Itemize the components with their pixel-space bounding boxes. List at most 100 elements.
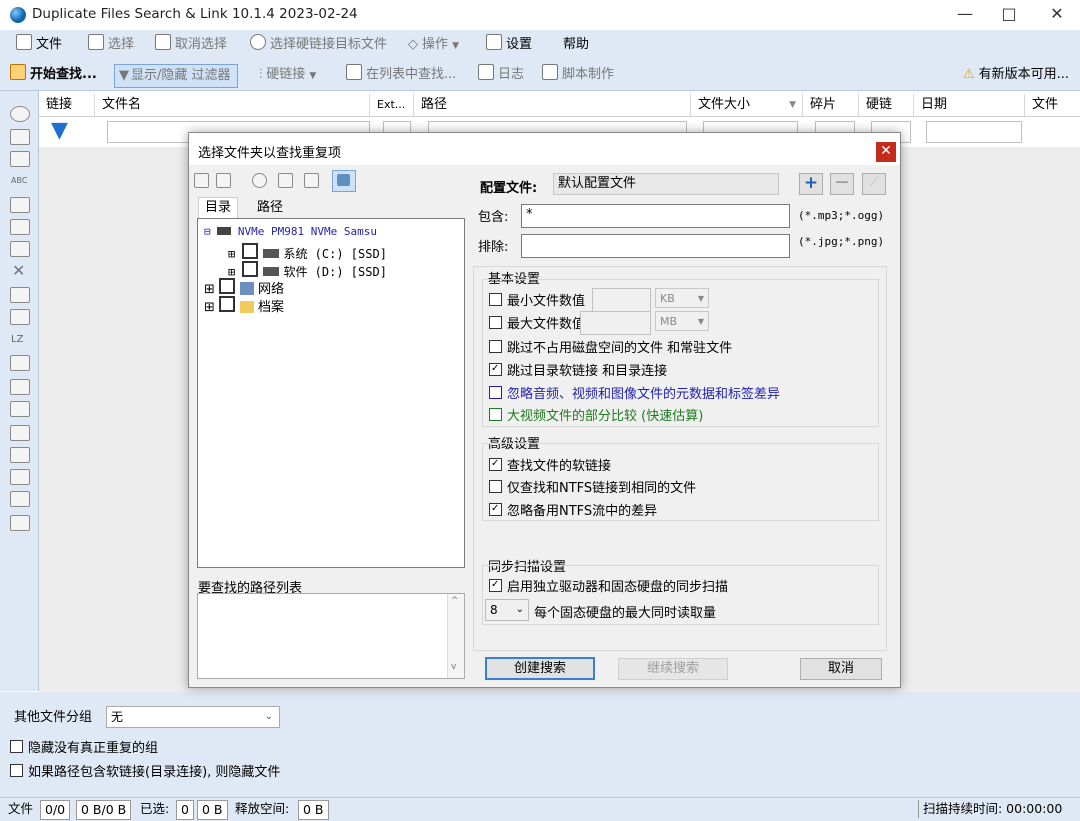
tree-root[interactable]: ⊟ NVMe PM981 NVMe Samsu <box>204 225 377 238</box>
list-icon[interactable] <box>10 469 30 485</box>
menu-settings[interactable]: 设置 <box>486 30 532 60</box>
log-button[interactable]: 日志 <box>478 60 524 90</box>
tree-icon[interactable] <box>10 241 30 257</box>
tab-directory[interactable]: 目录 <box>198 197 239 218</box>
checkbox-icon <box>489 340 502 353</box>
min-unit-select[interactable]: KB ▼ <box>655 288 709 308</box>
min-size-checkbox[interactable]: 最小文件数值 <box>489 290 585 309</box>
scroll-down-icon[interactable]: v <box>451 662 456 672</box>
select-folders-dialog: 选择文件夹以查找重复项 ✕ 目录 路径 ⊟ NVMe PM981 NVMe Sa… <box>188 132 901 688</box>
col-fragments[interactable]: 碎片 <box>803 94 859 116</box>
ignore-meta-checkbox[interactable]: 忽略音频、视频和图像文件的元数据和标签差异 <box>489 383 780 402</box>
include-input[interactable]: * <box>521 204 790 228</box>
delete-icon[interactable]: ✕ <box>12 261 25 280</box>
drive-view-toggle[interactable] <box>332 170 356 192</box>
remove-profile-button[interactable]: — <box>830 173 854 195</box>
group-select[interactable]: 无 ⌄ <box>106 706 280 728</box>
menu-deselect[interactable]: 取消选择 <box>155 30 227 60</box>
partial-video-checkbox[interactable]: 大视频文件的部分比较 (快速估算) <box>489 405 703 424</box>
paths-list[interactable]: ^ v <box>197 593 465 679</box>
menu-select[interactable]: 选择 <box>88 30 134 60</box>
find-symlinks-checkbox[interactable]: 查找文件的软链接 <box>489 455 611 474</box>
edit-profile-button[interactable]: ⟋ <box>862 173 886 195</box>
abc-icon[interactable]: ABC <box>11 176 27 185</box>
list-filter-icon[interactable] <box>10 401 30 417</box>
skip-sparse-checkbox[interactable]: 跳过不占用磁盘空间的文件 和常驻文件 <box>489 337 732 356</box>
disk-icon[interactable] <box>252 173 267 188</box>
tree-drive-c[interactable]: ⊞ 系统 (C:) [SSD] <box>228 243 387 262</box>
menu-select-label: 选择 <box>108 37 135 52</box>
only-ntfs-checkbox[interactable]: 仅查找和NTFS链接到相同的文件 <box>489 477 696 496</box>
scroll-up-icon[interactable]: ^ <box>451 596 459 606</box>
copy-dropdown-icon[interactable] <box>10 355 30 371</box>
col-hardlinks[interactable]: 硬链 <box>859 94 914 116</box>
max-reads-select[interactable]: 8 ⌄ <box>485 599 529 621</box>
tab-path[interactable]: 路径 <box>251 198 289 218</box>
tree-icon[interactable] <box>10 219 30 235</box>
hide-symlink-label: 如果路径包含软链接(目录连接), 则隐藏文件 <box>28 765 281 780</box>
hardlink-button[interactable]: ⫶ 硬链接 ▼ <box>259 60 316 90</box>
status-files-label: 文件 <box>8 801 34 816</box>
minimize-button[interactable]: — <box>942 0 988 30</box>
paths-scrollbar[interactable]: ^ v <box>447 594 464 678</box>
warning-icon: ⚠ <box>963 67 975 82</box>
new-version-link[interactable]: ⚠ 有新版本可用... <box>963 60 1069 90</box>
tree-network[interactable]: ⊞ 网络 <box>204 278 284 297</box>
menu-file[interactable]: 文件 <box>16 30 62 60</box>
hide-symlink-checkbox[interactable]: 如果路径包含软链接(目录连接), 则隐藏文件 <box>10 761 280 780</box>
create-search-button[interactable]: 创建搜索 <box>485 657 595 680</box>
grid-icon[interactable] <box>10 515 30 531</box>
menu-help[interactable]: 帮助 <box>563 30 589 60</box>
check-all-icon[interactable] <box>216 173 231 188</box>
dialog-close-button[interactable]: ✕ <box>876 142 896 162</box>
list-icon[interactable] <box>10 491 30 507</box>
exclude-input[interactable] <box>521 234 790 258</box>
continue-search-button[interactable]: 继续搜索 <box>618 658 728 680</box>
move-icon[interactable] <box>10 309 30 325</box>
recycle-icon[interactable] <box>10 287 30 303</box>
tree-archive[interactable]: ⊞ 档案 <box>204 296 284 315</box>
col-ext[interactable]: Ext... <box>370 94 414 116</box>
start-search-button[interactable]: 开始查找... <box>10 60 97 90</box>
close-window-button[interactable]: ✕ <box>1034 0 1080 30</box>
min-size-input[interactable] <box>592 288 651 312</box>
pages-icon[interactable] <box>10 151 30 167</box>
dialog-toolbar <box>194 170 359 192</box>
col-file[interactable]: 文件 <box>1025 94 1080 116</box>
maximize-button[interactable]: □ <box>986 0 1032 30</box>
col-date[interactable]: 日期 <box>914 94 1025 116</box>
toggle-filter-button[interactable]: ▼ 显示/隐藏 过滤器 <box>114 64 238 88</box>
profile-select[interactable]: 默认配置文件 <box>553 173 779 195</box>
lz-icon[interactable]: LZ <box>11 334 23 345</box>
col-filesize[interactable]: 文件大小 ▼ <box>691 94 803 116</box>
copy-icon[interactable] <box>10 129 30 145</box>
col-link[interactable]: 链接 <box>39 94 95 116</box>
folder-tree[interactable]: ⊟ NVMe PM981 NVMe Samsu ⊞ 系统 (C:) [SSD] … <box>197 218 465 568</box>
max-size-input[interactable] <box>580 311 651 335</box>
ignore-ads-checkbox[interactable]: 忽略备用NTFS流中的差异 <box>489 500 657 519</box>
col-filename[interactable]: 文件名 <box>95 94 370 116</box>
find-in-list-button[interactable]: 在列表中查找... <box>346 60 456 90</box>
tree-icon[interactable] <box>10 197 30 213</box>
menu-actions[interactable]: ◇ 操作 ▼ <box>408 30 459 60</box>
list-icon[interactable] <box>10 447 30 463</box>
col-path[interactable]: 路径 <box>414 94 691 116</box>
network-drive-icon[interactable] <box>278 173 293 188</box>
skip-links-checkbox[interactable]: 跳过目录软链接 和目录连接 <box>489 360 667 379</box>
start-search-label: 开始查找... <box>30 67 97 82</box>
menu-select-hardlink-targets[interactable]: 选择硬链接目标文件 <box>250 30 387 60</box>
funnel-filter-icon: ▼ <box>51 118 68 143</box>
script-button[interactable]: 脚本制作 <box>542 60 614 90</box>
cancel-button[interactable]: 取消 <box>800 658 882 680</box>
sync-enable-checkbox[interactable]: 启用独立驱动器和固态硬盘的同步扫描 <box>489 576 728 595</box>
hide-groups-checkbox[interactable]: 隐藏没有真正重复的组 <box>10 737 158 756</box>
drive-user-icon[interactable] <box>304 173 319 188</box>
date-filter-input[interactable] <box>926 121 1022 143</box>
list-icon[interactable] <box>10 425 30 441</box>
max-size-checkbox[interactable]: 最大文件数值 <box>489 313 585 332</box>
max-unit-select[interactable]: MB ▼ <box>655 311 709 331</box>
list-icon[interactable] <box>10 379 30 395</box>
add-profile-button[interactable]: + <box>799 173 823 195</box>
select-all-icon[interactable] <box>194 173 209 188</box>
eye-icon[interactable] <box>10 106 30 122</box>
